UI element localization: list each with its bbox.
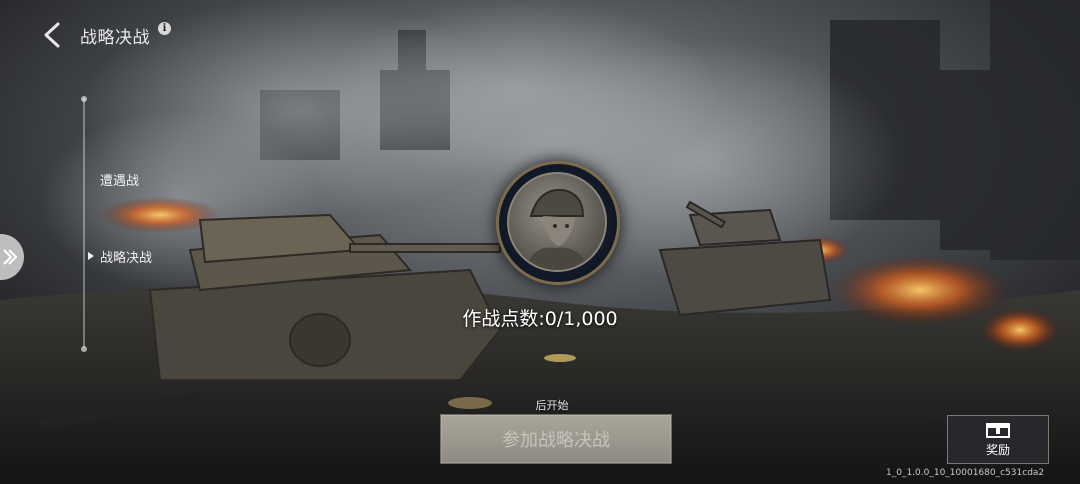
mode-nav-line: [83, 98, 85, 348]
sidebar-item-strategic-battle[interactable]: 战略决战: [87, 247, 152, 266]
nav-dot-bottom: [81, 346, 87, 352]
nav-dot-top: [81, 96, 87, 102]
reward-button[interactable]: 奖励: [947, 415, 1049, 464]
page-title: 战略决战: [80, 27, 150, 48]
header-bar: 战略决战 i: [38, 18, 171, 52]
reward-chest-icon: [986, 423, 1010, 438]
back-button[interactable]: [38, 21, 66, 49]
reward-label: 奖励: [985, 443, 1010, 457]
double-chevron-right-icon: [3, 249, 18, 265]
version-text: 1_0_1.0.0_10_10001680_c531cda2: [886, 468, 1045, 478]
start-countdown-text: 后开始: [535, 399, 569, 412]
soldier-medal-emblem: [496, 161, 620, 285]
soldier-portrait: [507, 172, 607, 272]
combat-points-text: 作战点数:0/1,000: [462, 308, 618, 330]
info-icon[interactable]: i: [158, 21, 171, 35]
chevron-left-icon: [44, 22, 60, 48]
join-strategic-battle-button[interactable]: 参加战略决战: [440, 414, 672, 464]
sidebar-item-encounter[interactable]: 遭遇战: [100, 170, 139, 189]
